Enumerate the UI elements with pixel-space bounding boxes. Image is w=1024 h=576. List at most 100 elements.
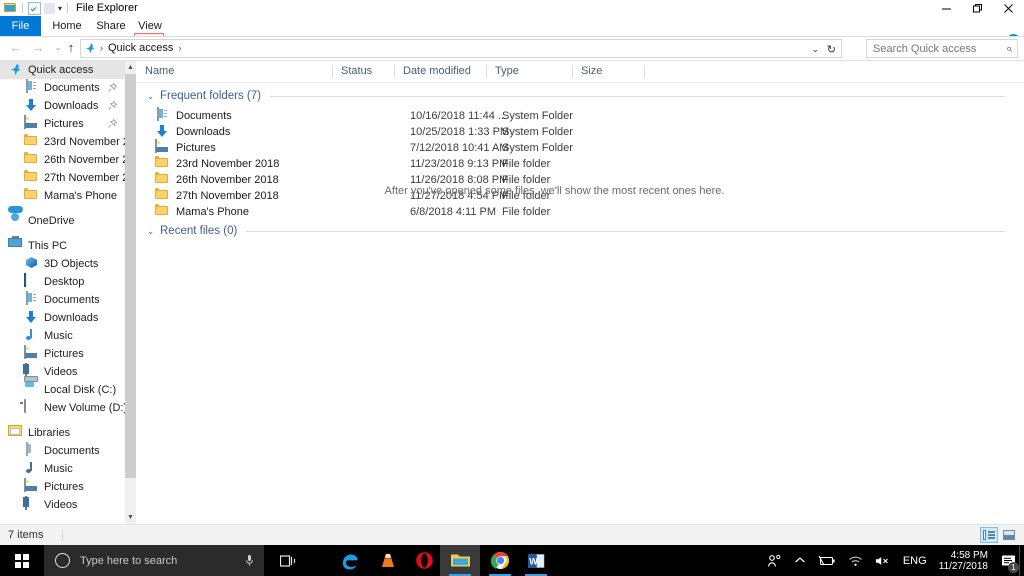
sidebar-item-videos[interactable]: Videos: [0, 363, 125, 381]
pin-icon[interactable]: [108, 101, 117, 110]
action-center-button[interactable]: 1: [998, 545, 1018, 576]
taskbar-app-opera-browser[interactable]: [404, 545, 444, 576]
taskbar-app-microsoft-edge[interactable]: [330, 545, 370, 576]
tab-share[interactable]: Share: [89, 16, 133, 36]
navigation-pane[interactable]: Quick accessDocumentsDownloadsPictures23…: [0, 61, 125, 524]
sidebar-item-documents[interactable]: Documents: [0, 79, 125, 97]
column-header-name[interactable]: Name: [137, 61, 333, 82]
downloads-icon: [24, 310, 40, 326]
sidebar-item-music[interactable]: Music: [0, 327, 125, 345]
group-header-recent-files[interactable]: ⌄ Recent files (0): [145, 221, 1005, 241]
details-view-button[interactable]: [980, 527, 998, 543]
tab-home[interactable]: Home: [45, 16, 89, 36]
pictures-icon: [24, 346, 40, 362]
search-input[interactable]: [867, 40, 995, 57]
large-icons-view-button[interactable]: [1000, 527, 1018, 543]
breadcrumb-item-quick-access[interactable]: Quick access: [106, 40, 175, 57]
recent-files-empty-message: After you've opened some files, we'll sh…: [137, 185, 972, 197]
date-modified-cell: 10/25/2018 1:33 PM: [410, 124, 509, 140]
maximize-restore-button[interactable]: [962, 0, 993, 16]
up-arrow-icon[interactable]: ↑: [63, 40, 79, 56]
pin-icon[interactable]: [108, 119, 117, 128]
sidebar-item-27th-november-2018[interactable]: 27th November 2018: [0, 169, 125, 187]
refresh-icon[interactable]: ↻: [827, 43, 836, 56]
close-button[interactable]: [993, 0, 1024, 16]
taskbar-app-microsoft-word[interactable]: W: [516, 545, 556, 576]
ribbon-tab-bar: File Home Share View ⌄ ?: [0, 16, 1024, 36]
sidebar-item-26th-november-2018[interactable]: 26th November 2018: [0, 151, 125, 169]
scrollbar-thumb[interactable]: [125, 74, 136, 478]
taskbar-app-file-explorer[interactable]: [440, 545, 480, 576]
volume-muted-icon[interactable]: [875, 555, 891, 567]
sidebar-item-libraries[interactable]: Libraries: [0, 424, 125, 442]
task-view-button[interactable]: [268, 545, 308, 576]
language-indicator[interactable]: ENG: [903, 555, 927, 567]
sidebar-item-label: Videos: [44, 363, 77, 381]
chevron-down-icon[interactable]: ⌄: [145, 91, 156, 102]
table-row[interactable]: 23rd November 201811/23/2018 9:13 PMFile…: [137, 156, 1024, 172]
taskbar-app-google-chrome[interactable]: [480, 545, 520, 576]
search-icon[interactable]: ⌕: [1006, 43, 1012, 56]
sidebar-item-videos[interactable]: Videos: [0, 496, 125, 514]
system-tray: ENG 4:58 PM 11/27/2018 1: [767, 545, 1024, 576]
sidebar-item-local-disk-c[interactable]: Local Disk (C:): [0, 381, 125, 399]
sidebar-item-pictures[interactable]: Pictures: [0, 345, 125, 363]
breadcrumb-separator-1[interactable]: ›: [175, 40, 184, 57]
table-row[interactable]: Mama's Phone6/8/2018 4:11 PMFile folder: [137, 204, 1024, 220]
sidebar-item-pictures[interactable]: Pictures: [0, 478, 125, 496]
back-arrow-icon[interactable]: ←: [8, 40, 24, 56]
wifi-icon[interactable]: [848, 555, 863, 567]
sidebar-item-downloads[interactable]: Downloads: [0, 309, 125, 327]
sidebar-item-music[interactable]: Music: [0, 460, 125, 478]
sidebar-item-onedrive[interactable]: OneDrive: [0, 212, 125, 230]
pin-icon[interactable]: [108, 83, 117, 92]
show-desktop-button[interactable]: [1019, 545, 1024, 576]
customize-qat-chevron-icon[interactable]: ▾: [58, 3, 62, 14]
start-button[interactable]: [0, 545, 44, 576]
column-header-type[interactable]: Type: [487, 61, 573, 82]
address-bar[interactable]: › Quick access › ⌄ ↻: [80, 39, 842, 58]
column-header-status[interactable]: Status: [333, 61, 395, 82]
scroll-up-arrow-icon[interactable]: ▲: [125, 61, 136, 74]
sidebar-item-quick-access[interactable]: Quick access: [0, 61, 125, 79]
chevron-down-icon[interactable]: ⌄: [145, 226, 156, 237]
sidebar-scrollbar[interactable]: ▲ ▼: [125, 61, 136, 524]
new-folder-icon[interactable]: [44, 3, 55, 14]
taskbar-search-placeholder: Type here to search: [80, 555, 177, 567]
forward-arrow-icon[interactable]: →: [30, 40, 46, 56]
sidebar-item-desktop[interactable]: Desktop: [0, 273, 125, 291]
explorer-folder-icon[interactable]: [4, 2, 17, 15]
group-header-frequent-folders[interactable]: ⌄ Frequent folders (7): [145, 86, 1005, 106]
table-row[interactable]: Documents10/16/2018 11:44 ...System Fold…: [137, 108, 1024, 124]
taskbar-search-box[interactable]: Type here to search: [44, 545, 264, 576]
properties-icon[interactable]: [28, 2, 41, 15]
address-dropdown-icon[interactable]: ⌄: [811, 44, 819, 55]
table-row[interactable]: Pictures7/12/2018 10:41 AMSystem Folder: [137, 140, 1024, 156]
table-row[interactable]: Downloads10/25/2018 1:33 PMSystem Folder: [137, 124, 1024, 140]
taskbar-app-vlc-media-player[interactable]: [368, 545, 408, 576]
star-icon: [8, 62, 24, 78]
sidebar-item-pictures[interactable]: Pictures: [0, 115, 125, 133]
microphone-icon[interactable]: [245, 554, 254, 570]
sidebar-item-mama-s-phone[interactable]: Mama's Phone: [0, 187, 125, 205]
column-header-date-modified[interactable]: Date modified: [395, 61, 487, 82]
column-resize-handle[interactable]: [644, 65, 645, 78]
show-hidden-icons-chevron[interactable]: [794, 556, 806, 565]
sidebar-item-documents[interactable]: Documents: [0, 291, 125, 309]
tab-file[interactable]: File: [0, 16, 41, 36]
cortana-circle-icon: [55, 553, 70, 568]
column-header-size[interactable]: Size: [573, 61, 645, 82]
people-icon[interactable]: [767, 554, 782, 568]
sidebar-item-23rd-november-2018[interactable]: 23rd November 2018: [0, 133, 125, 151]
sidebar-item-3d-objects[interactable]: 3D Objects: [0, 255, 125, 273]
sidebar-item-this-pc[interactable]: This PC: [0, 237, 125, 255]
minimize-button[interactable]: [931, 0, 962, 16]
battery-icon[interactable]: [818, 555, 836, 567]
sidebar-item-downloads[interactable]: Downloads: [0, 97, 125, 115]
scroll-down-arrow-icon[interactable]: ▼: [125, 511, 136, 524]
clock[interactable]: 4:58 PM 11/27/2018: [939, 550, 988, 572]
qat-divider-2: [67, 3, 68, 13]
sidebar-item-new-volume-d[interactable]: New Volume (D:): [0, 399, 125, 417]
search-box[interactable]: ⌕: [866, 39, 1018, 58]
sidebar-item-documents[interactable]: Documents: [0, 442, 125, 460]
